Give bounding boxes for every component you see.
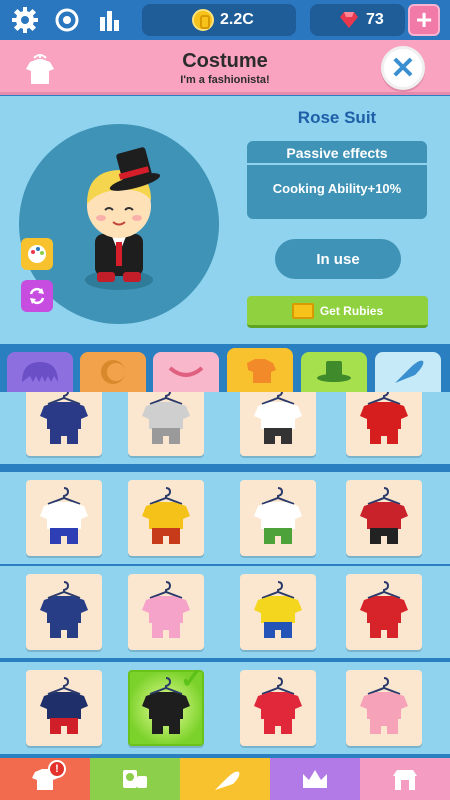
shirt-icon [247,359,276,383]
close-button[interactable]: ✕ [381,46,425,90]
costume-item-doctor-coat[interactable] [240,392,316,456]
costume-item-soccer-kit[interactable] [240,574,316,650]
hanger-outfit-icon [254,392,302,444]
costume-item-navy-uniform[interactable] [26,574,102,650]
costume-item-striped-shirt[interactable] [346,480,422,556]
rotate-button[interactable] [21,280,53,312]
video-ticket-icon [291,302,314,319]
settings-gear-icon[interactable] [10,5,40,35]
costume-item-pink-onesie[interactable] [128,574,204,650]
shop-icon [393,770,417,790]
costume-header: Costume I'm a fashionista! ✕ [0,40,450,95]
in-use-button[interactable]: In use [275,239,401,279]
costume-row [0,566,450,658]
hanger-outfit-icon [360,487,408,544]
top-bar: 2.2C 73 + [0,0,450,40]
ruby-balance: 73 [310,4,405,36]
hanger-outfit-icon [40,487,88,544]
alert-badge: ! [48,760,66,778]
costume-grid: ✓ [0,392,450,758]
hanger-outfit-icon [254,487,302,544]
nav-shop[interactable] [360,758,450,800]
hanger-outfit-icon [40,677,88,734]
ruby-icon [340,12,358,28]
selected-check-icon: ✓ [180,663,204,694]
hanger-outfit-icon [142,581,190,638]
hair-icon [22,362,58,382]
costume-item-green-shirt[interactable] [240,480,316,556]
hanger-outfit-icon [360,392,408,444]
coin-balance: 2.2C [142,4,296,36]
costume-item-red-skirt[interactable] [240,670,316,746]
palette-icon [28,245,46,263]
costume-row [0,392,450,464]
tab-mouth[interactable] [153,352,219,392]
cooking-icon [215,771,240,790]
costume-item-pink-overalls[interactable] [346,670,422,746]
nav-rank[interactable] [270,758,360,800]
staff-icon [123,770,147,788]
get-rubies-label: Get Rubies [319,303,384,318]
effects-title: Passive effects [247,141,427,165]
nav-costume[interactable]: ! [0,758,90,800]
palette-button[interactable] [21,238,53,270]
hanger-outfit-icon [254,677,302,734]
hanger-outfit-icon [254,581,302,638]
costume-name: Rose Suit [297,108,377,127]
hanger-outfit-icon [40,581,88,638]
costume-item-red-qipao[interactable] [346,392,422,456]
costume-item-sailor-dress[interactable] [26,670,102,746]
costume-item-grey-hoodie[interactable] [128,392,204,456]
category-tabs [0,344,450,392]
add-rubies-button[interactable]: + [408,4,440,36]
rotate-arrows-icon [29,287,45,305]
nav-staff[interactable] [90,758,180,800]
costume-row: ✓ [0,662,450,754]
passive-effects-box: Passive effects Cooking Ability+10% [247,141,427,219]
nav-cooking[interactable] [180,758,270,800]
hanger-outfit-icon [142,392,190,444]
costume-item-rose-suit[interactable]: ✓ [128,665,204,746]
award-badge-icon[interactable] [52,5,82,35]
face-icon [101,360,125,384]
get-rubies-button[interactable]: Get Rubies [247,296,428,328]
tab-accessory[interactable] [375,352,441,392]
costume-detail-panel: Rose Suit Passive effects Cooking Abilit… [0,96,450,344]
hanger-outfit-icon [360,581,408,638]
costume-row [0,472,450,564]
hanger-outfit-icon [142,487,190,544]
hanger-outfit-icon [360,677,408,734]
effect-value: Cooking Ability+10% [272,181,402,196]
tab-hair[interactable] [7,352,73,392]
rank-icon [303,770,327,788]
coin-icon [192,9,214,31]
tab-clothes[interactable] [227,348,293,392]
tab-hat[interactable] [301,352,367,392]
stats-bars-icon[interactable] [95,5,125,35]
costume-item-navy-tracksuit[interactable] [26,392,102,456]
costume-item-cheerleader[interactable] [26,480,102,556]
tab-face[interactable] [80,352,146,392]
costume-item-yellow-jacket[interactable] [128,480,204,556]
coin-value: 2.2C [220,11,254,28]
bottom-nav: ! [0,758,450,800]
hat-icon [317,361,351,382]
knife-icon [395,360,424,383]
costume-item-red-folk-dress[interactable] [346,574,422,650]
mouth-icon [168,366,204,377]
hanger-outfit-icon [40,392,88,444]
ruby-value: 73 [366,11,384,28]
